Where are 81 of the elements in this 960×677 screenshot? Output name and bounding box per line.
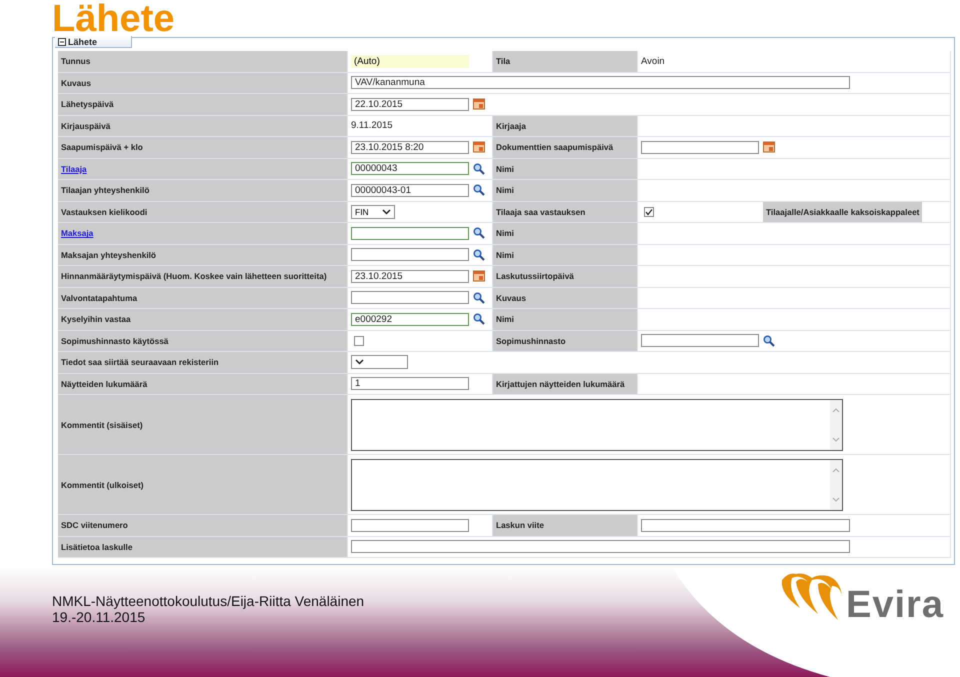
scrollbar-arrows-icon bbox=[830, 400, 842, 450]
auto-value: (Auto) bbox=[351, 54, 469, 68]
field-label: Kommentit (sisäiset) bbox=[58, 395, 348, 454]
input-field[interactable] bbox=[351, 518, 469, 532]
lookup-field[interactable] bbox=[351, 226, 469, 240]
checkbox[interactable] bbox=[644, 206, 654, 217]
date-field[interactable]: 23.10.2015 bbox=[351, 270, 469, 283]
text-area[interactable] bbox=[351, 398, 843, 450]
search-icon[interactable] bbox=[473, 162, 485, 175]
checkbox[interactable] bbox=[354, 336, 364, 346]
input-field[interactable]: 1 bbox=[351, 377, 469, 390]
field-label: Tila bbox=[493, 51, 638, 72]
field-label: Nimi bbox=[493, 180, 638, 200]
lookup-field[interactable]: e000292 bbox=[351, 312, 469, 326]
input-field[interactable] bbox=[351, 540, 850, 554]
field-label: Nimi bbox=[493, 309, 638, 330]
input-field[interactable]: VAV/kananmuna bbox=[351, 76, 850, 90]
field-label: Näytteiden lukumäärä bbox=[58, 374, 348, 394]
logo-text: Evira bbox=[846, 586, 944, 624]
field-label: Kirjattujen näytteiden lukumäärä bbox=[493, 374, 638, 394]
search-icon[interactable] bbox=[473, 184, 485, 196]
field-label: Tilaajalle/Asiakkaalle kaksoiskappaleet bbox=[763, 202, 922, 222]
field-label: Kirjaaja bbox=[493, 116, 638, 136]
date-field[interactable]: 23.10.2015 8:20 bbox=[351, 140, 469, 154]
field-label: Vastauksen kielikoodi bbox=[58, 202, 348, 222]
field-label: Hinnanmääräytymispäivä (Huom. Koskee vain lähetteen suoritteita) bbox=[58, 266, 348, 286]
field-label: Lisätietoa laskulle bbox=[58, 536, 348, 557]
field-label: Kirjauspäivä bbox=[58, 116, 348, 136]
calendar-icon[interactable] bbox=[473, 270, 485, 282]
field-label: Kyselyihin vastaa bbox=[58, 309, 348, 330]
field-label: Tunnus bbox=[58, 51, 348, 72]
section-tab[interactable]: Lähete bbox=[55, 36, 132, 48]
search-icon[interactable] bbox=[763, 334, 775, 347]
search-icon[interactable] bbox=[473, 313, 485, 326]
field-label: Kuvaus bbox=[58, 72, 348, 93]
field-label: Laskun viite bbox=[493, 515, 638, 536]
field-label: Kuvaus bbox=[493, 288, 638, 308]
lookup-field[interactable] bbox=[641, 334, 759, 348]
field-label: Tilaaja saa vastauksen bbox=[493, 202, 638, 222]
dropdown[interactable] bbox=[351, 355, 408, 370]
chevron-icon bbox=[382, 208, 391, 215]
field-label: Valvontatapahtuma bbox=[58, 288, 348, 308]
field-label: Kommentit (ulkoiset) bbox=[58, 455, 348, 514]
date-field[interactable]: 22.10.2015 bbox=[351, 98, 469, 111]
page-title: Lähete bbox=[52, 0, 174, 37]
lookup-field[interactable]: 00000043 bbox=[351, 162, 469, 176]
collapse-icon[interactable] bbox=[58, 38, 66, 46]
field-label: Dokumenttien saapumispäivä bbox=[493, 137, 638, 158]
field-label: Nimi bbox=[493, 244, 638, 265]
field-link[interactable]: Tilaaja bbox=[61, 164, 87, 174]
field-label: SDC viitenumero bbox=[58, 515, 348, 536]
calendar-icon[interactable] bbox=[473, 141, 485, 154]
dropdown[interactable]: FIN bbox=[351, 204, 395, 219]
calendar-icon[interactable] bbox=[473, 98, 485, 110]
date-field[interactable] bbox=[641, 140, 759, 154]
chevron-icon bbox=[355, 359, 364, 366]
search-icon[interactable] bbox=[473, 227, 485, 240]
field-label: Sopimushinnasto käytössä bbox=[58, 330, 348, 351]
field-label: Lähetyspäivä bbox=[58, 94, 348, 114]
field-label: Nimi bbox=[493, 158, 638, 179]
field-value: Avoin bbox=[641, 56, 665, 67]
field-link[interactable]: Maksaja bbox=[61, 228, 94, 238]
footer-text: 19.-20.11.2015 bbox=[52, 609, 146, 625]
field-label: Nimi bbox=[493, 223, 638, 244]
lookup-field[interactable] bbox=[351, 248, 469, 262]
lookup-field[interactable]: 00000043-01 bbox=[351, 184, 469, 197]
field-label: Tiedot saa siirtää seuraavaan rekisteriin bbox=[58, 352, 348, 372]
search-icon[interactable] bbox=[473, 248, 485, 261]
lookup-field[interactable] bbox=[351, 291, 469, 304]
text-area[interactable] bbox=[351, 458, 843, 510]
scrollbar-arrows-icon bbox=[830, 460, 842, 510]
footer-text: NMKL-Näytteenottokoulutus/Eija-Riitta Venäläinen bbox=[52, 593, 364, 609]
calendar-icon[interactable] bbox=[763, 141, 775, 154]
field-value: 9.11.2015 bbox=[351, 120, 393, 132]
search-icon[interactable] bbox=[473, 292, 485, 304]
field-label: Saapumispäivä + klo bbox=[58, 137, 348, 158]
field-label: Tilaajan yhteyshenkilö bbox=[58, 180, 348, 200]
field-label: Laskutussiirtopäivä bbox=[493, 266, 638, 286]
input-field[interactable] bbox=[641, 518, 850, 532]
field-label: Sopimushinnasto bbox=[493, 330, 638, 351]
field-label: Maksajan yhteyshenkilö bbox=[58, 244, 348, 265]
